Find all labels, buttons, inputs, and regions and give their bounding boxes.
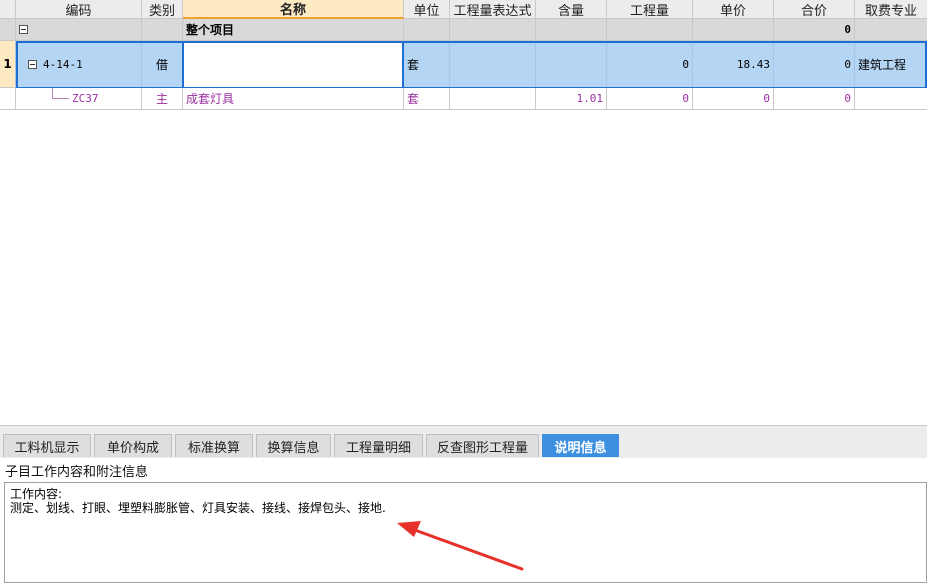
annotation-arrow-icon <box>397 521 524 571</box>
